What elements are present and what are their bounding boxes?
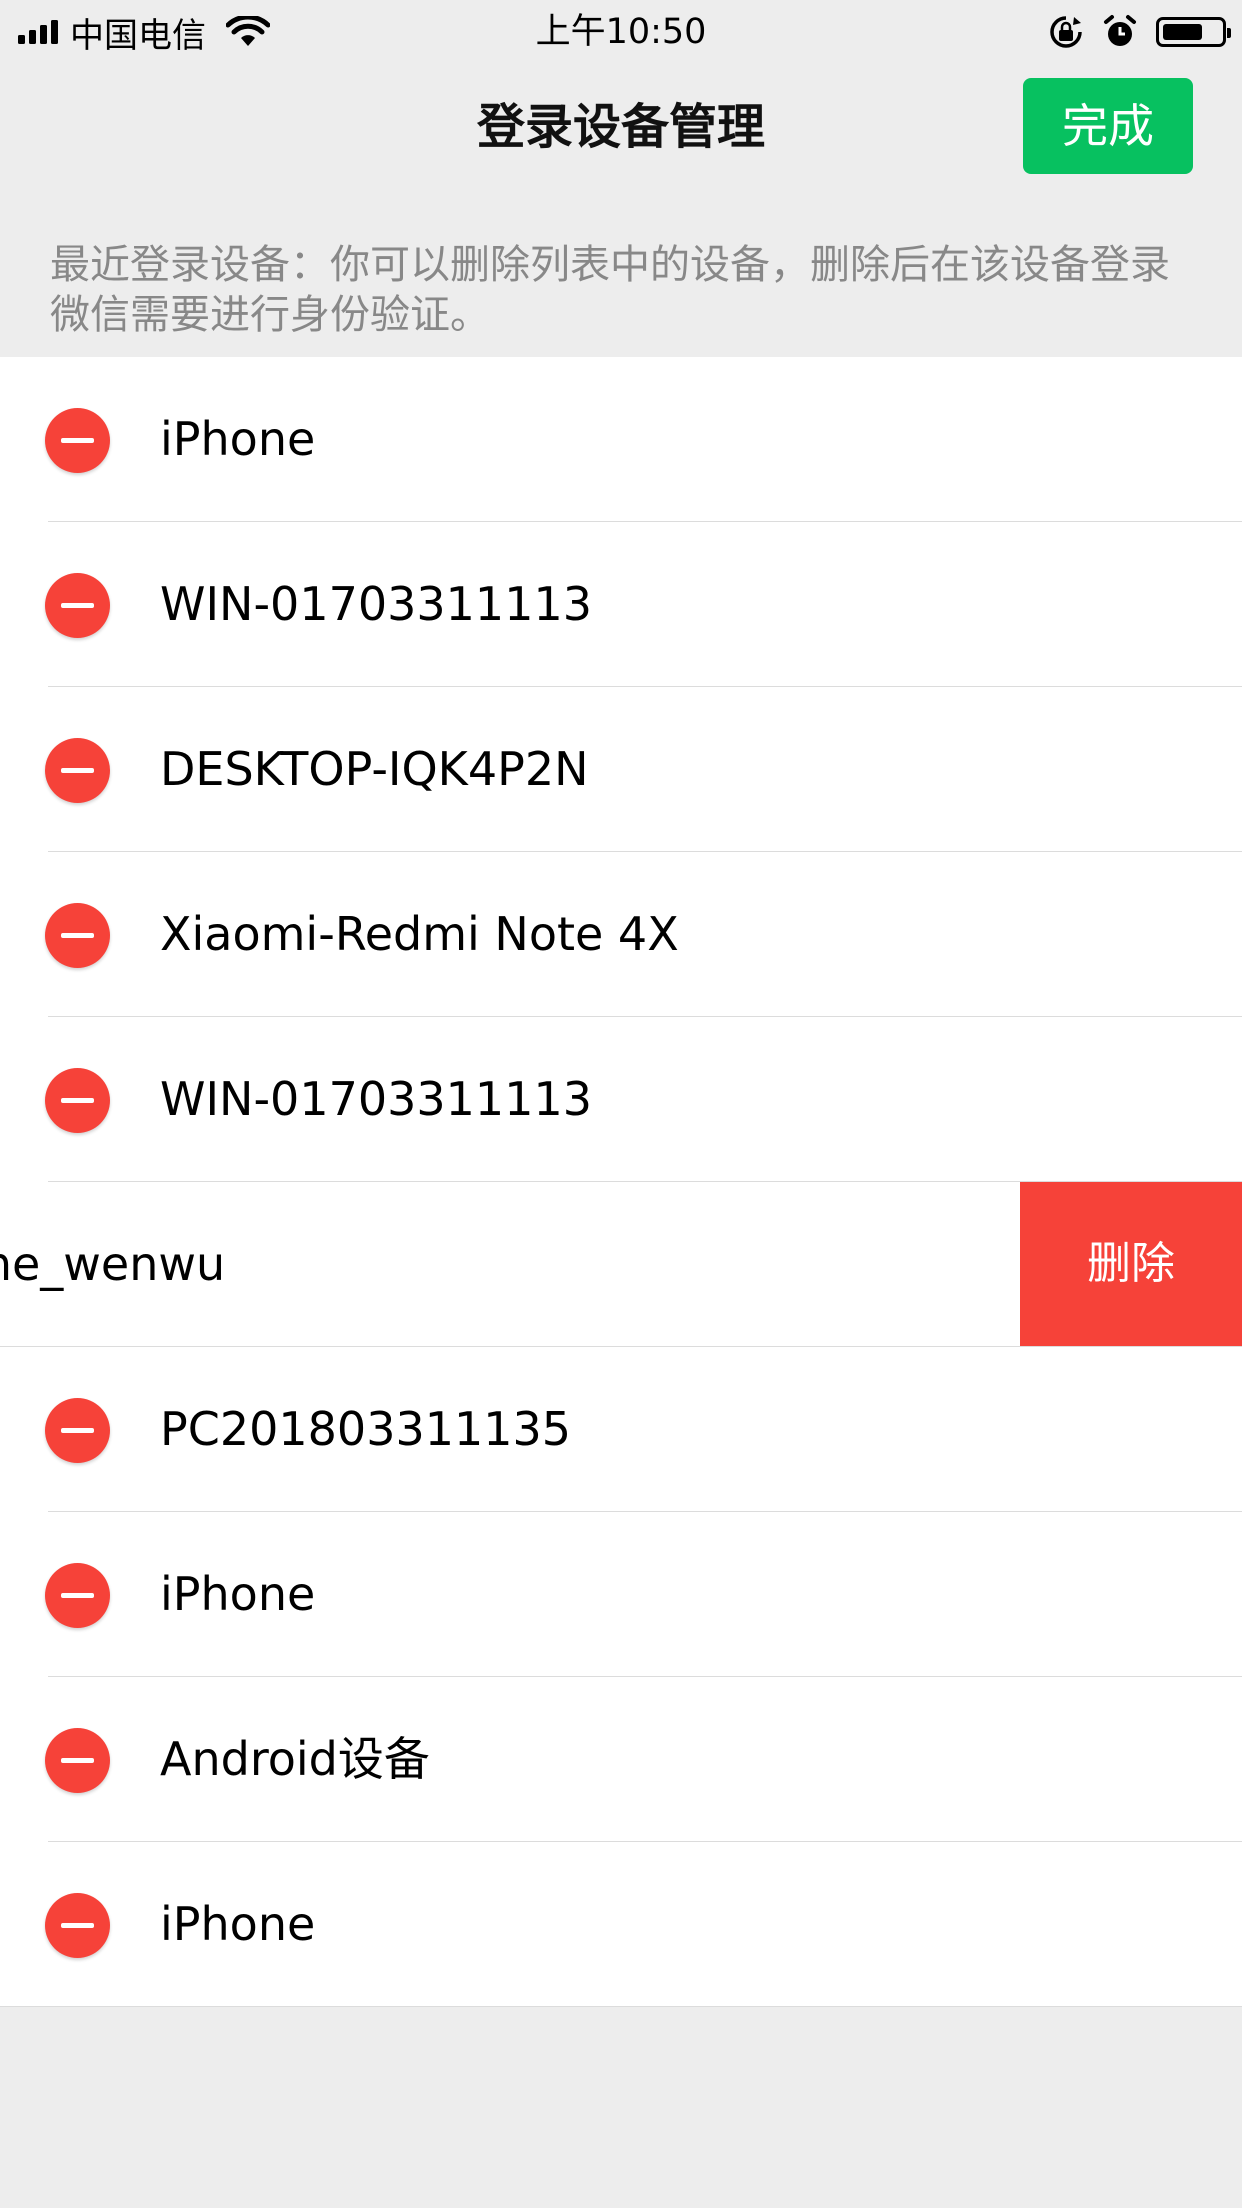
device-row[interactable]: Xiaomi-Redmi Note 4X xyxy=(0,852,1242,1017)
status-right xyxy=(1048,10,1231,54)
device-row[interactable]: PC201803311135 xyxy=(0,1347,1242,1512)
device-name: PC201803311135 xyxy=(160,1402,572,1456)
device-row-content: iPhone xyxy=(0,1842,1242,2007)
device-name: iPhone xyxy=(160,412,316,466)
done-button[interactable]: 完成 xyxy=(1023,78,1193,174)
device-row[interactable]: iPhone xyxy=(0,1842,1242,2007)
remove-circle-icon[interactable] xyxy=(45,1398,110,1463)
status-bar: 中国电信 上午10:50 xyxy=(0,0,1242,62)
device-name: Xiaomi-Redmi Note 4X xyxy=(160,907,679,961)
device-name: iPhone_wenwu xyxy=(0,1237,226,1291)
device-row-content: WIN-01703311113 xyxy=(0,522,1242,687)
device-row-content: Android设备 xyxy=(0,1677,1242,1842)
battery-icon xyxy=(1156,17,1231,47)
alarm-icon xyxy=(1104,15,1136,46)
remove-circle-icon[interactable] xyxy=(45,408,110,473)
remove-circle-icon[interactable] xyxy=(45,903,110,968)
remove-circle-icon[interactable] xyxy=(45,1728,110,1793)
delete-button[interactable]: 删除 xyxy=(1020,1182,1242,1346)
nav-bar: 登录设备管理 完成 xyxy=(0,62,1242,192)
device-row-content: WIN-01703311113 xyxy=(0,1017,1242,1182)
remove-circle-icon[interactable] xyxy=(45,1563,110,1628)
remove-circle-icon[interactable] xyxy=(45,1893,110,1958)
device-row[interactable]: WIN-01703311113 xyxy=(0,1017,1242,1182)
device-row[interactable]: iPhone xyxy=(0,357,1242,522)
battery-level xyxy=(1163,24,1203,40)
device-row[interactable]: WIN-01703311113 xyxy=(0,522,1242,687)
device-row-content: iPhone xyxy=(0,1512,1242,1677)
device-name: Android设备 xyxy=(160,1732,430,1786)
device-row[interactable]: DESKTOP-IQK4P2N xyxy=(0,687,1242,852)
remove-circle-icon[interactable] xyxy=(45,573,110,638)
row-divider xyxy=(0,2006,1242,2007)
orientation-lock-icon xyxy=(1050,16,1082,48)
device-name: WIN-01703311113 xyxy=(160,1072,592,1126)
device-name: iPhone xyxy=(160,1567,316,1621)
device-row[interactable]: iPhone xyxy=(0,1512,1242,1677)
device-row[interactable]: iPhone_wenwu 删除 xyxy=(0,1182,1242,1347)
device-row-content: DESKTOP-IQK4P2N xyxy=(0,687,1242,852)
device-list: iPhone WIN-01703311113 DESKTOP-IQK4P2N Xiao… xyxy=(0,357,1242,2007)
device-row-content: Xiaomi-Redmi Note 4X xyxy=(0,852,1242,1017)
device-name: WIN-01703311113 xyxy=(160,577,592,631)
hint-text: 最近登录设备：你可以删除列表中的设备，删除后在该设备登录微信需要进行身份验证。 xyxy=(50,242,1170,338)
device-name: iPhone xyxy=(160,1897,316,1951)
device-name: DESKTOP-IQK4P2N xyxy=(160,742,589,796)
device-row-content: iPhone xyxy=(0,357,1242,522)
remove-circle-icon[interactable] xyxy=(45,738,110,803)
device-row[interactable]: Android设备 xyxy=(0,1677,1242,1842)
device-row-content: PC201803311135 xyxy=(0,1347,1242,1512)
remove-circle-icon[interactable] xyxy=(45,1068,110,1133)
